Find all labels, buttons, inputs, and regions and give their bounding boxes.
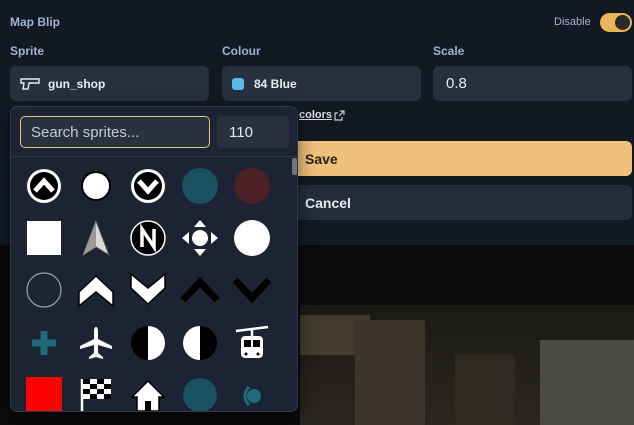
sprite-option[interactable] (227, 320, 277, 366)
teal-circle-icon (182, 168, 218, 204)
sprite-select[interactable]: gun_shop (10, 66, 209, 101)
sprite-option[interactable] (175, 320, 225, 366)
sprite-option[interactable] (175, 267, 225, 313)
colour-select[interactable]: 84 Blue (222, 66, 421, 101)
north-arrow-icon (82, 219, 110, 257)
sprite-option[interactable] (71, 163, 121, 209)
north-n-icon (130, 220, 166, 256)
scale-value: 0.8 (446, 75, 467, 92)
external-link-icon[interactable] (334, 110, 345, 121)
sprite-value: gun_shop (48, 76, 106, 91)
sprite-option[interactable] (175, 215, 225, 261)
divider (11, 156, 297, 157)
pistol-icon (20, 77, 40, 90)
scale-label: Scale (433, 44, 465, 58)
teal-signal-icon (243, 385, 261, 407)
cancel-button[interactable]: Cancel (270, 185, 632, 220)
teal-dot-icon (183, 378, 217, 411)
sprite-option[interactable] (175, 372, 225, 411)
red-square-icon (26, 377, 62, 411)
large-white-circle-icon (234, 220, 270, 256)
sprite-option[interactable] (19, 320, 69, 366)
scrollbar-track[interactable] (292, 157, 297, 411)
house-icon (130, 379, 166, 411)
thin-chevron-down-icon (232, 277, 272, 304)
scene-box (540, 340, 634, 425)
scrollbar-thumb[interactable] (292, 158, 297, 175)
dark-red-circle-icon (234, 168, 270, 204)
sprite-option[interactable] (19, 215, 69, 261)
chevron-down-circle-icon (131, 169, 165, 203)
sprite-option[interactable] (227, 215, 277, 261)
sprite-option[interactable] (19, 267, 69, 313)
scene-shelf (355, 320, 425, 425)
half-circle-right-icon (183, 326, 217, 360)
sprite-option[interactable] (71, 267, 121, 313)
white-square-icon (27, 221, 61, 255)
sprite-option[interactable] (19, 163, 69, 209)
sprite-label: Sprite (10, 44, 45, 58)
colour-value: 84 Blue (254, 76, 297, 91)
half-circle-left-icon (131, 326, 165, 360)
sprite-option[interactable] (123, 163, 173, 209)
colour-label: Colour (222, 44, 261, 58)
sprite-option[interactable] (227, 267, 277, 313)
colour-swatch-icon (232, 77, 244, 90)
sprite-option[interactable] (19, 372, 69, 411)
section-title: Map Blip (10, 15, 60, 29)
sprite-option[interactable] (123, 215, 173, 261)
sprite-option[interactable] (175, 163, 225, 209)
airplane-icon (80, 327, 112, 359)
white-circle-icon (81, 171, 111, 201)
sprite-option[interactable] (71, 215, 121, 261)
scale-input[interactable]: 0.8 (433, 66, 632, 101)
chevron-up-icon (78, 274, 114, 308)
sprite-option[interactable] (71, 320, 121, 366)
toggle-knob (615, 15, 630, 30)
sprite-option[interactable] (227, 163, 277, 209)
plus-icon (32, 331, 56, 355)
chevron-up-circle-icon (27, 169, 61, 203)
save-button[interactable]: Save (270, 141, 632, 176)
disable-label: Disable (554, 16, 591, 28)
sprite-option[interactable] (123, 372, 173, 411)
colors-link[interactable]: colors (299, 109, 332, 121)
disable-toggle[interactable] (600, 13, 632, 32)
thin-chevron-up-icon (180, 276, 220, 303)
sprite-option[interactable] (123, 267, 173, 313)
dpad-arrows-icon (182, 220, 218, 256)
cable-car-icon (235, 325, 269, 358)
search-input[interactable] (20, 116, 210, 148)
chevron-down-icon (130, 272, 166, 306)
scene-counter (455, 355, 515, 425)
circle-outline-icon (26, 272, 62, 308)
sprite-option[interactable] (227, 372, 277, 411)
checkered-flag-icon (80, 379, 111, 411)
sprite-count[interactable]: 110 (217, 116, 289, 148)
sprite-option[interactable] (71, 372, 121, 411)
sprite-picker-popup: 110 (10, 106, 298, 412)
sprite-option[interactable] (123, 320, 173, 366)
